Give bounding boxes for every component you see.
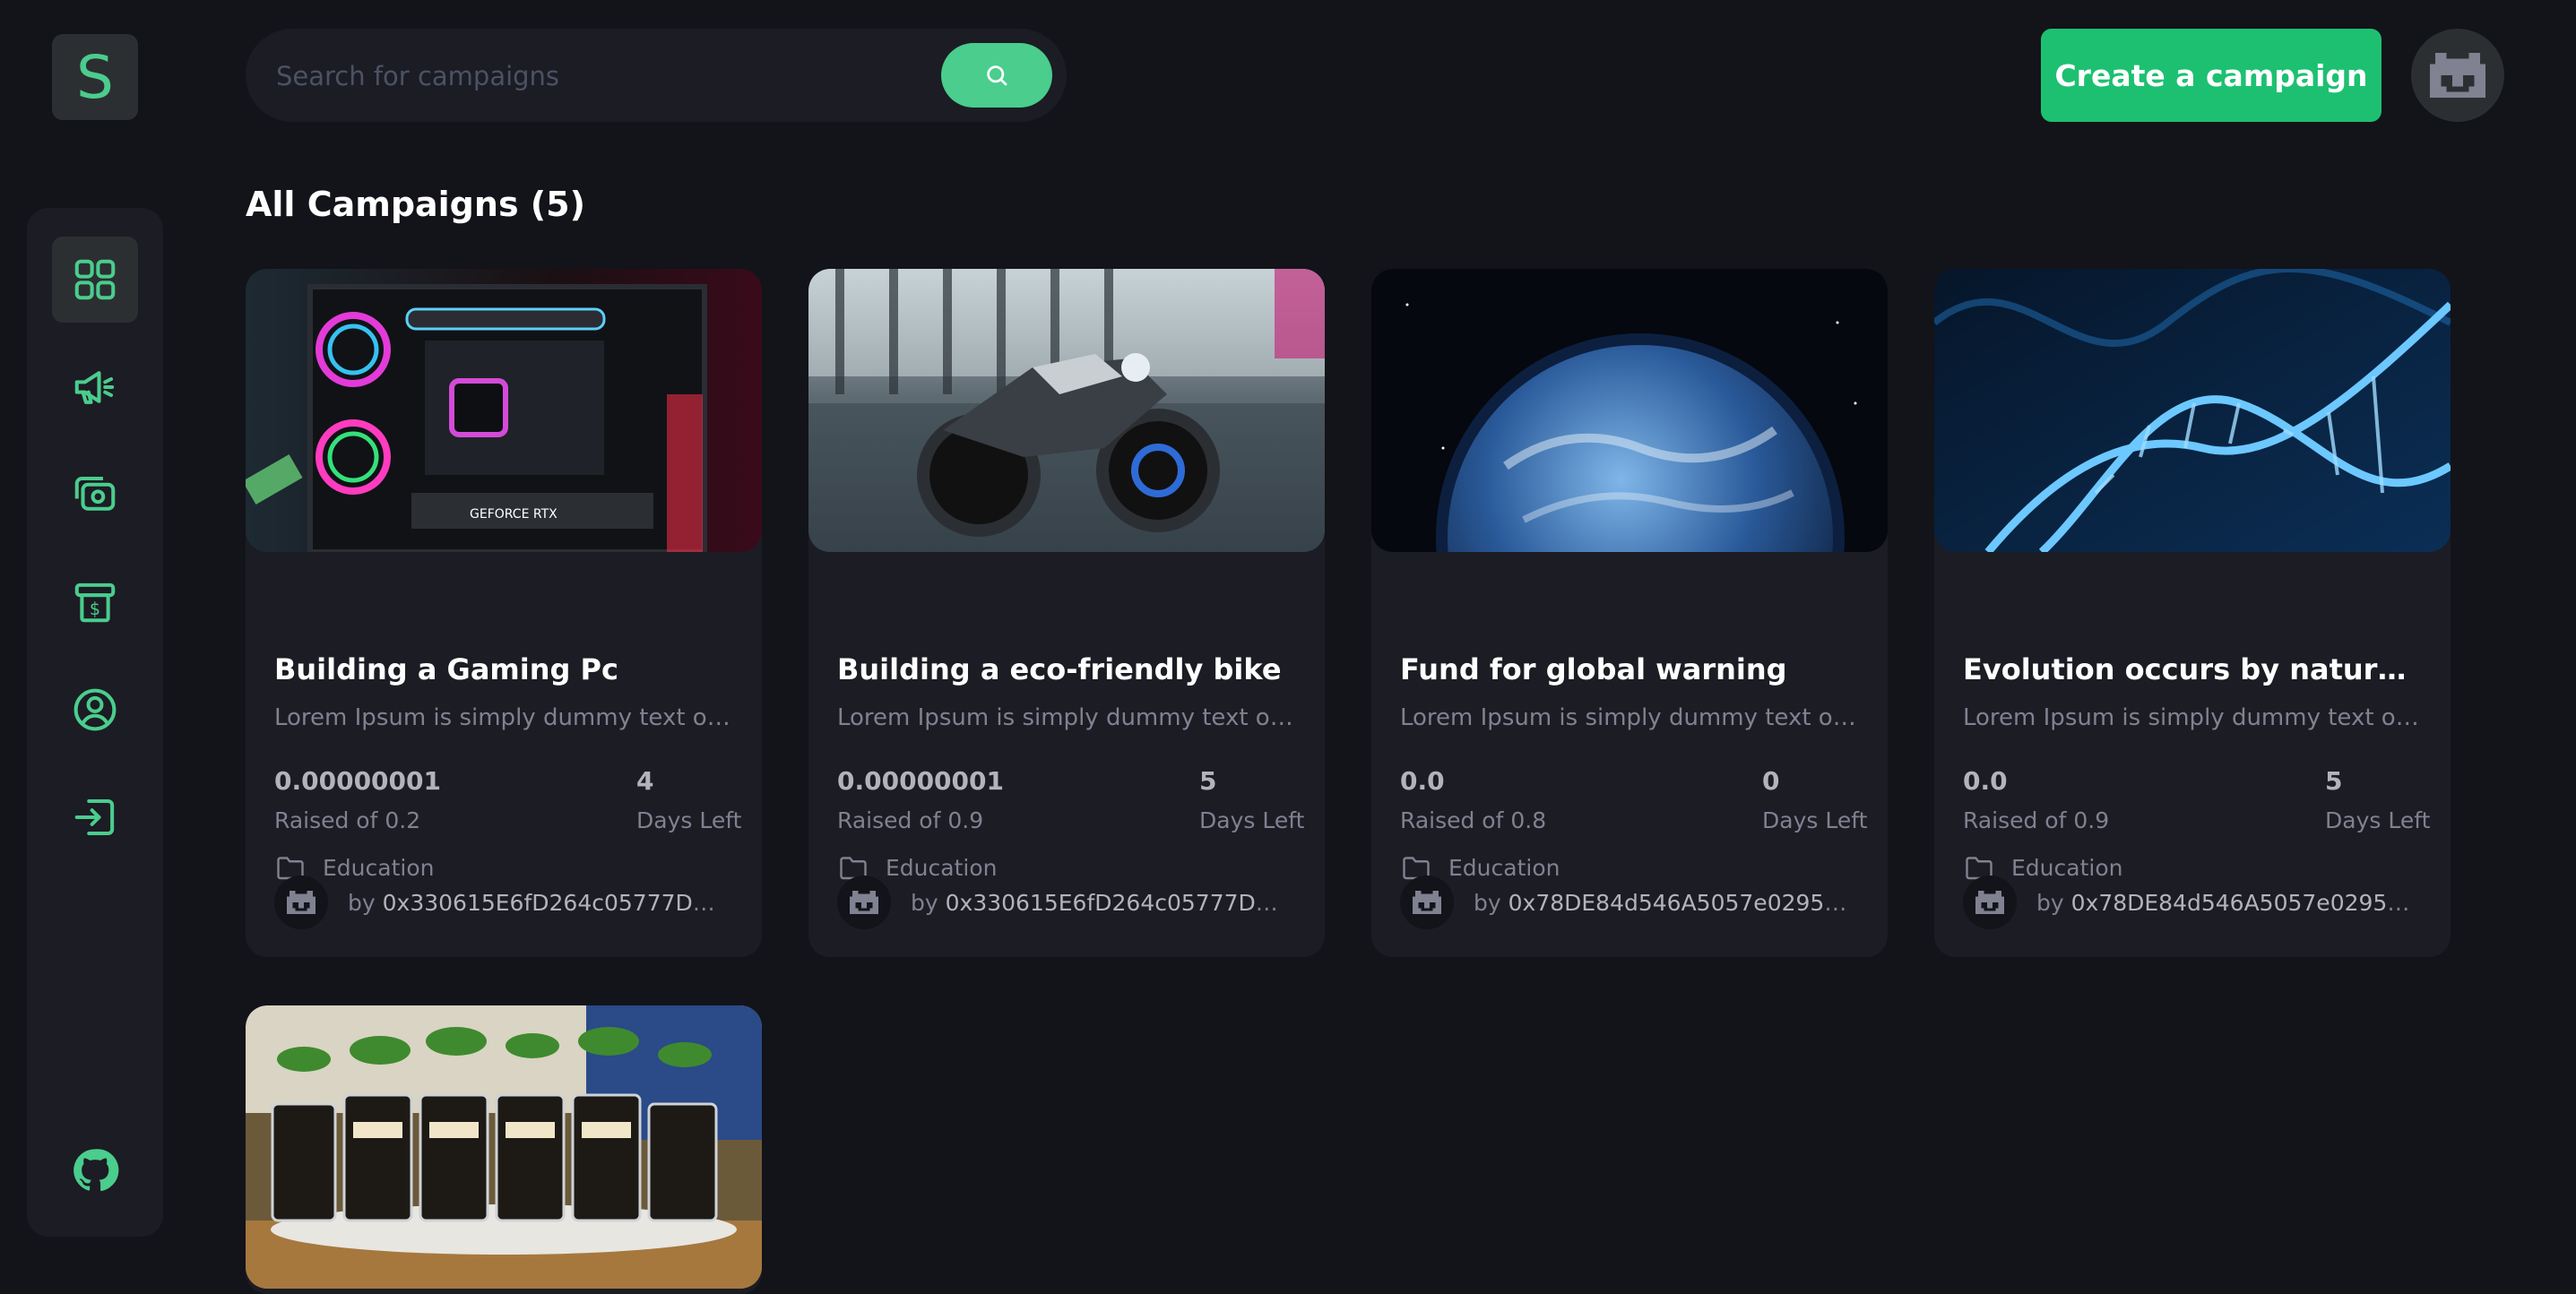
owner-address: by 0x78DE84d546A5057e0295A6f7a1 [2036,889,2413,916]
amount-value: 0.00000001 [274,766,441,796]
campaign-card[interactable]: Education Building a eco-friendly bike L… [808,269,1325,957]
owner-address: by 0x330615E6fD264c05777D063C8a8 [911,889,1287,916]
days-label: Days Left [636,807,742,833]
pixel-avatar-icon [287,891,316,914]
campaign-card[interactable]: Education Fund for global warning Lorem … [1371,269,1888,957]
gaming-pc-image: GEFORCE RTX [246,269,762,552]
days-label: Days Left [1199,807,1305,833]
owner-avatar [1400,876,1454,929]
search-icon [987,65,1007,86]
campaign-card[interactable]: GEFORCE RTX Education Building a Gaming … [246,269,762,957]
campaign-description: Lorem Ipsum is simply dummy text of the … [837,704,1296,731]
days-left: 5 Days Left [2325,765,2430,835]
amount-value: 0.0 [1963,766,2008,796]
motorbike-image [808,269,1325,552]
campaign-card[interactable] [246,1005,762,1294]
owner-row: by 0x78DE84d546A5057e0295A6f7a1 [1400,875,1866,930]
campaign-icon [74,371,115,404]
withdraw-icon: $ [74,582,116,623]
profile-icon [73,688,117,731]
amount-value: 0.00000001 [837,766,1004,796]
sidebar-item-campaign[interactable] [52,344,138,430]
raised-label: Raised of 0.9 [1963,807,2110,833]
svg-text:$: $ [90,599,100,619]
sidebar-item-withdraw[interactable]: $ [52,559,138,645]
pixel-avatar-icon [1413,891,1441,914]
sidebar-item-dashboard[interactable] [52,237,138,323]
owner-avatar [1963,876,2017,929]
search-bar [246,29,1067,122]
days-label: Days Left [2325,807,2431,833]
raised-label: Raised of 0.8 [1400,807,1547,833]
owner-address: by 0x78DE84d546A5057e0295A6f7a1 [1474,889,1850,916]
sidebar-item-payment[interactable] [52,452,138,538]
logout-icon [74,798,115,836]
github-icon [73,1149,119,1191]
dna-helix-image [1934,269,2451,552]
amount-collected: 0.00000001 Raised of 0.2 [274,765,441,835]
owner-row: by 0x78DE84d546A5057e0295A6f7a1 [1963,875,2429,930]
campaign-title: Fund for global warning [1400,652,1787,686]
pixel-avatar-icon [1975,891,2004,914]
pixel-avatar-icon [850,891,878,914]
campaign-description: Lorem Ipsum is simply dummy text of the … [1400,704,1859,731]
owner-row: by 0x330615E6fD264c05777D063C8a8 [274,875,740,930]
days-value: 5 [1199,766,1217,796]
search-input[interactable] [274,50,905,102]
profile-avatar[interactable] [2411,29,2504,122]
svg-text:GEFORCE RTX: GEFORCE RTX [470,507,558,522]
sidebar-item-github[interactable] [52,1127,138,1213]
owner-row: by 0x330615E6fD264c05777D063C8a8 [837,875,1303,930]
sidebar-item-profile[interactable] [52,667,138,753]
owner-address: by 0x330615E6fD264c05777D063C8a8 [348,889,724,916]
owner-avatar [274,876,328,929]
page-title: All Campaigns (5) [246,185,585,224]
sidebar: $ [27,208,163,1237]
days-label: Days Left [1762,807,1868,833]
seedling-pots-image [246,1005,762,1289]
app-logo[interactable]: S [52,34,138,120]
campaign-description: Lorem Ipsum is simply dummy text of the … [1963,704,2422,731]
earth-image [1371,269,1888,552]
days-left: 0 Days Left [1762,765,1867,835]
owner-avatar [837,876,891,929]
amount-value: 0.0 [1400,766,1445,796]
days-left: 4 Days Left [636,765,741,835]
sidebar-item-logout[interactable] [52,774,138,860]
payment-icon [74,476,116,511]
raised-label: Raised of 0.9 [837,807,984,833]
amount-collected: 0.0 Raised of 0.9 [1963,765,2109,835]
campaign-title: Evolution occurs by natural selection [1963,652,2422,686]
campaign-description: Lorem Ipsum is simply dummy text of the … [274,704,733,731]
days-left: 5 Days Left [1199,765,1304,835]
amount-collected: 0.00000001 Raised of 0.9 [837,765,1004,835]
days-value: 4 [636,766,654,796]
campaign-card[interactable]: Education Evolution occurs by natural se… [1934,269,2451,957]
search-button[interactable] [941,43,1052,108]
campaign-title: Building a Gaming Pc [274,652,618,686]
amount-collected: 0.0 Raised of 0.8 [1400,765,1546,835]
create-campaign-button[interactable]: Create a campaign [2041,29,2382,122]
raised-label: Raised of 0.2 [274,807,421,833]
campaign-title: Building a eco-friendly bike [837,652,1282,686]
pixel-avatar-icon [2430,53,2485,98]
dashboard-icon [74,259,116,300]
days-value: 5 [2325,766,2343,796]
days-value: 0 [1762,766,1780,796]
